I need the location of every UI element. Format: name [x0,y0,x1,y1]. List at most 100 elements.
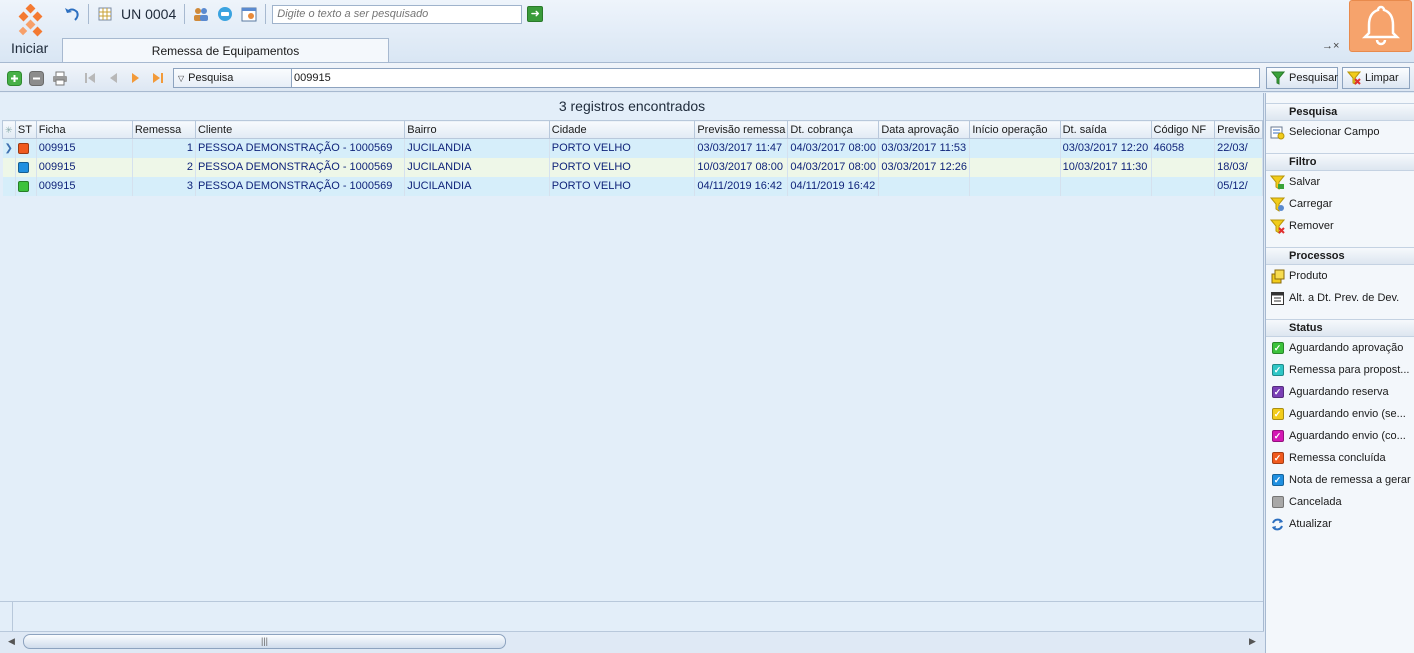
column-header-previsao-remessa[interactable]: Previsão remessa [694,120,789,139]
table-row[interactable]: ❯ 009915 1 PESSOA DEMONSTRAÇÃO - 1000569… [2,138,1263,158]
remove-record-icon[interactable] [28,70,44,86]
status-checkbox-icon[interactable]: ✓ [1271,386,1284,398]
refresh-label: Atualizar [1289,518,1332,530]
column-header-cidade[interactable]: Cidade [548,120,696,139]
dt-saida-cell: 10/03/2017 11:30 [1060,157,1152,177]
search-button[interactable]: Pesquisar [1266,67,1338,89]
unit-label[interactable]: UN 0004 [121,6,176,22]
column-header-dt-saida[interactable]: Dt. saída [1059,120,1152,139]
start-label[interactable]: Iniciar [11,40,48,56]
scroll-left-icon[interactable]: ◀ [8,636,15,647]
users-icon[interactable] [191,4,211,24]
tab-remessa-equipamentos[interactable]: Remessa de Equipamentos [62,38,389,62]
filter-remove-item[interactable]: Remover [1266,215,1414,237]
status-checkbox-icon[interactable] [1271,496,1284,508]
process-produto-item[interactable]: Produto [1266,265,1414,287]
tab-controls[interactable]: →× [1322,40,1339,52]
section-pesquisa: Pesquisa [1266,103,1414,121]
column-header-dt-cobranca[interactable]: Dt. cobrança [787,120,880,139]
column-header-cliente[interactable]: Cliente [194,120,406,139]
remessa-cell: 3 [132,176,196,196]
status-item[interactable]: ✓ Aguardando envio (co... [1266,425,1414,447]
cliente-cell: PESSOA DEMONSTRAÇÃO - 1000569 [195,176,406,196]
global-search-go-icon[interactable]: ➜ [527,6,544,22]
status-checkbox-icon[interactable]: ✓ [1271,474,1284,486]
bell-icon [1361,3,1401,50]
status-item[interactable]: ✓ Remessa concluída [1266,447,1414,469]
previous-record-icon[interactable] [105,70,121,86]
refresh-icon [1270,517,1285,532]
add-record-icon[interactable] [6,70,22,86]
filter-load-item[interactable]: Carregar [1266,193,1414,215]
filter-save-label: Salvar [1289,176,1321,188]
status-checkbox-icon[interactable]: ✓ [1271,430,1284,442]
scroll-right-icon[interactable]: ▶ [1249,636,1256,647]
search-query-input[interactable]: 009915 [291,68,1260,88]
status-label: Aguardando reserva [1289,386,1389,398]
dt-cobranca-cell: 04/03/2017 08:00 [787,138,880,158]
dt-cobranca-cell: 04/11/2019 16:42 [787,176,880,196]
table-row[interactable]: 009915 2 PESSOA DEMONSTRAÇÃO - 1000569 J… [2,157,1263,177]
status-item[interactable]: ✓ Aguardando envio (se... [1266,403,1414,425]
status-square [17,142,29,154]
last-record-icon[interactable] [150,70,166,86]
scrollbar-thumb[interactable]: ||| [23,634,506,649]
refresh-item[interactable]: Atualizar [1266,513,1414,535]
row-selector-icon[interactable]: ❯ [2,138,16,158]
first-record-icon[interactable] [82,70,98,86]
column-header-st[interactable]: ST [14,120,37,139]
global-search-input[interactable] [272,4,523,24]
product-box-icon [1270,269,1285,284]
filter-load-icon [1270,197,1285,212]
status-checkbox-icon[interactable]: ✓ [1271,408,1284,420]
row-selector[interactable] [2,157,16,177]
ficha-cell: 009915 [36,157,133,177]
column-header-codigo-nf[interactable]: Código NF [1150,120,1216,139]
search-field-selector[interactable]: ▽ Pesquisa [173,68,292,88]
status-item[interactable]: Cancelada [1266,491,1414,513]
column-header-previsao[interactable]: Previsão [1214,120,1263,139]
status-item[interactable]: ✓ Aguardando reserva [1266,381,1414,403]
next-record-icon[interactable] [128,70,144,86]
previsao-remessa-cell: 10/03/2017 08:00 [694,157,789,177]
column-header-data-aprovacao[interactable]: Data aprovação [878,120,971,139]
status-checkbox-icon[interactable]: ✓ [1271,452,1284,464]
notifications-button[interactable] [1349,0,1412,52]
status-item[interactable]: ✓ Remessa para propost... [1266,359,1414,381]
toolbar-divider [265,4,267,24]
undo-icon[interactable] [62,4,82,24]
status-item[interactable]: ✓ Aguardando aprovação [1266,337,1414,359]
grid-footer-indicator [12,601,13,631]
status-checkbox-icon[interactable]: ✓ [1271,342,1284,354]
table-row[interactable]: 009915 3 PESSOA DEMONSTRAÇÃO - 1000569 J… [2,176,1263,196]
filter-icon [1271,71,1285,85]
column-header-remessa[interactable]: Remessa [131,120,196,139]
app-logo-icon[interactable] [14,3,48,38]
bairro-cell: JUCILANDIA [404,157,550,177]
column-header-bairro[interactable]: Bairro [404,120,550,139]
status-label: Cancelada [1289,496,1342,508]
calendar-user-icon[interactable] [239,4,259,24]
status-cell [15,138,37,158]
process-alt-date-item[interactable]: Alt. a Dt. Prev. de Dev. [1266,287,1414,309]
horizontal-scrollbar[interactable]: ◀ ||| ▶ [0,631,1264,651]
status-checkbox-icon[interactable]: ✓ [1271,364,1284,376]
clear-button[interactable]: Limpar [1342,67,1410,89]
records-table: ✳ ST Ficha Remessa Cliente Bairro Cidade… [2,120,1263,196]
unit-grid-icon[interactable] [95,4,115,24]
data-aprovacao-cell: 03/03/2017 11:53 [878,138,971,158]
chat-icon[interactable] [215,4,235,24]
row-selector[interactable] [2,176,16,196]
print-icon[interactable] [52,70,68,86]
record-search-bar: ▽ Pesquisa 009915 Pesquisar Limpar [0,62,1414,92]
data-aprovacao-cell [878,176,971,196]
filter-load-label: Carregar [1289,198,1333,210]
row-indicator-header[interactable]: ✳ [2,120,16,139]
column-header-ficha[interactable]: Ficha [35,120,133,139]
status-item[interactable]: ✓ Nota de remessa a gerar [1266,469,1414,491]
status-square [17,161,29,173]
column-header-inicio-operacao[interactable]: Início operação [969,120,1061,139]
select-field-item[interactable]: Selecionar Campo [1266,121,1414,143]
toolbar-divider [184,4,186,24]
filter-save-item[interactable]: Salvar [1266,171,1414,193]
